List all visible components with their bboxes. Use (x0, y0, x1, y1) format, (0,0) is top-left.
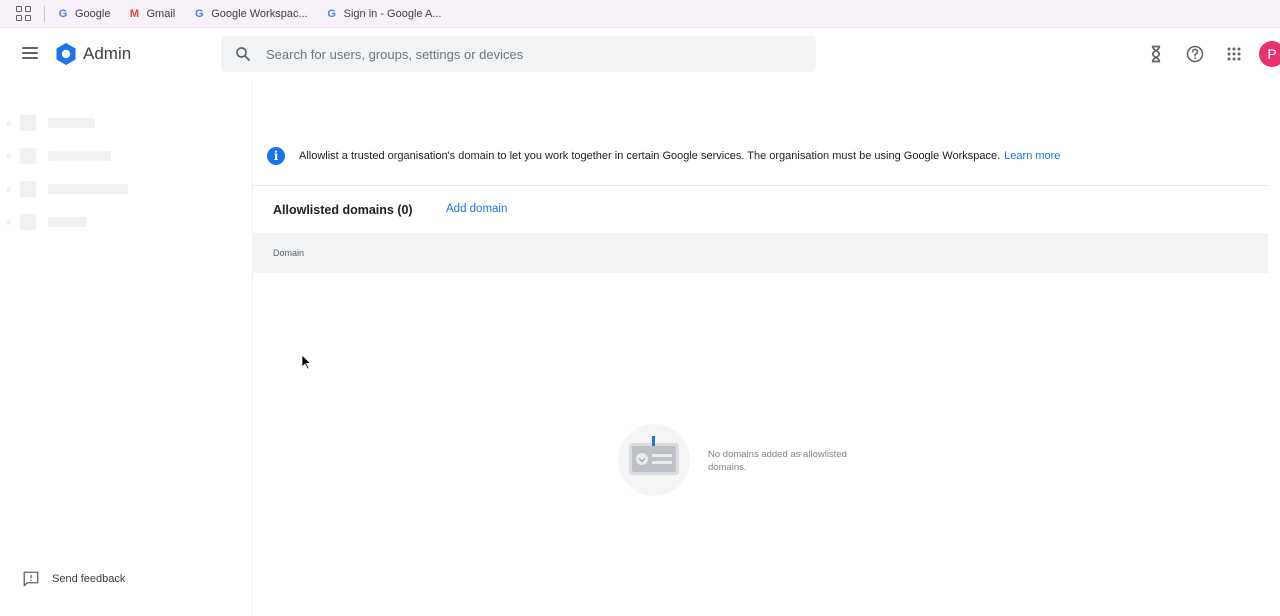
admin-logo-icon[interactable] (54, 42, 78, 66)
apps-grid-icon[interactable] (16, 5, 32, 22)
bookmark-google[interactable]: G Google (57, 7, 111, 20)
avatar[interactable]: P (1259, 41, 1280, 67)
bookmark-label: Gmail (146, 7, 176, 20)
sidebar-skeleton-item (6, 148, 111, 164)
google-g-icon: G (327, 7, 336, 20)
allowlisted-domains-title: Allowlisted domains (0) (273, 203, 413, 217)
search-bar[interactable] (221, 36, 816, 72)
column-header-domain[interactable]: Domain (273, 248, 304, 258)
search-icon (236, 47, 250, 61)
bookmark-separator (44, 5, 45, 22)
info-banner: i Allowlist a trusted organisation's dom… (252, 126, 1268, 186)
sidebar-skeleton-item (6, 115, 95, 131)
app-header: Admin P (0, 28, 1280, 80)
search-input[interactable] (266, 46, 766, 62)
feedback-label: Send feedback (52, 573, 126, 585)
main-content: i Allowlist a trusted organisation's dom… (252, 80, 1280, 616)
mouse-cursor-icon (301, 354, 311, 370)
bookmark-label: Google (75, 7, 111, 20)
info-icon: i (267, 146, 285, 165)
bookmark-label: Google Workspac... (211, 7, 308, 20)
empty-state-illustration (618, 424, 690, 496)
sidebar-skeleton-item (6, 214, 87, 230)
bookmarks-bar: G Google M Gmail G Google Workspac... G … (0, 0, 1280, 28)
sidebar-skeleton-item (6, 181, 128, 197)
gmail-m-icon: M (129, 7, 140, 20)
table-header: Domain (252, 233, 1268, 273)
learn-more-link[interactable]: Learn more (1004, 150, 1060, 162)
menu-icon[interactable] (22, 47, 38, 59)
bookmark-google-workspace[interactable]: G Google Workspac... (193, 7, 308, 20)
bookmark-label: Sign in - Google A... (343, 7, 442, 20)
google-g-icon: G (58, 7, 68, 20)
info-text: Allowlist a trusted organisation's domai… (299, 149, 1001, 162)
send-feedback-button[interactable]: Send feedback (22, 570, 125, 588)
empty-state-message: No domains added as allowlisted domains. (708, 449, 847, 473)
help-icon[interactable] (1185, 44, 1205, 64)
bookmark-sign-in[interactable]: G Sign in - Google A... (326, 7, 442, 20)
add-domain-button[interactable]: Add domain (446, 203, 507, 215)
sidebar: Send feedback (0, 80, 252, 616)
google-g-icon: G (194, 7, 204, 20)
hourglass-icon[interactable] (1146, 44, 1166, 64)
bookmark-gmail[interactable]: M Gmail (128, 8, 175, 20)
feedback-icon (23, 571, 39, 587)
apps-launcher-icon[interactable] (1224, 44, 1244, 64)
domain-card-icon (629, 436, 679, 475)
brand-title[interactable]: Admin (83, 44, 131, 64)
